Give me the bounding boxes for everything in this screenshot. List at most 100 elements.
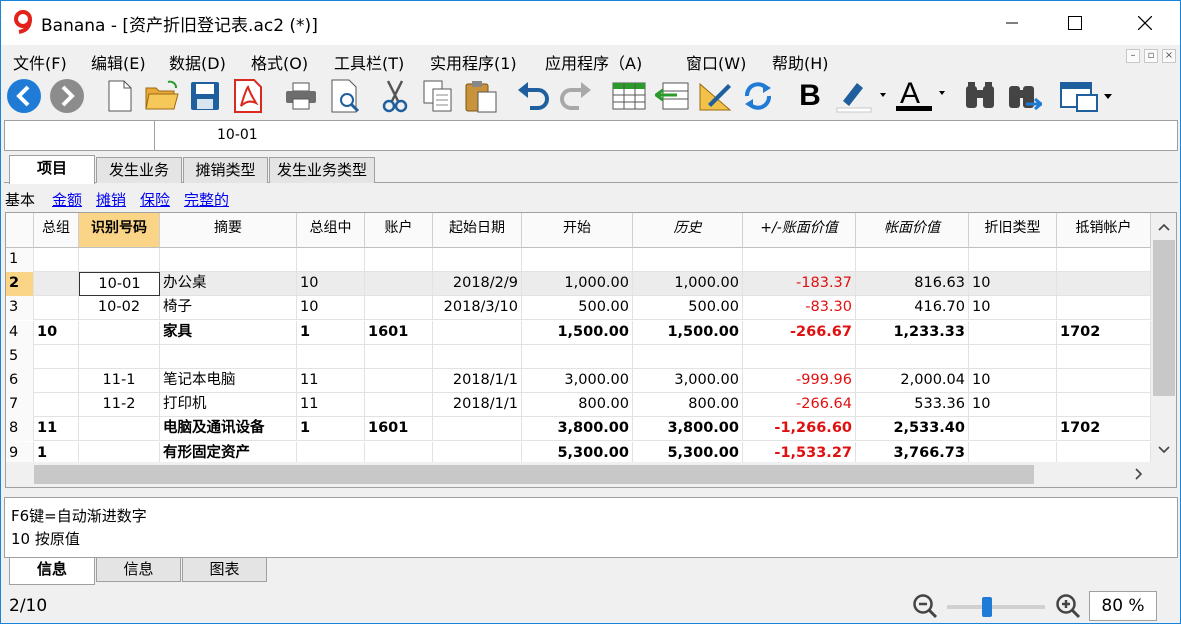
cell-book-value[interactable]: 2,533.40 [856,417,969,442]
view-insurance[interactable]: 保险 [140,189,170,210]
row-number[interactable]: 6 [6,369,34,393]
table-row[interactable]: 5 [6,344,1151,369]
cell-book-value-change[interactable] [743,344,856,369]
cell-description[interactable]: 办公桌 [160,272,297,297]
cell-depreciation-type[interactable]: 10 [969,393,1057,418]
cell-id[interactable]: 11-2 [79,393,160,418]
cell-start[interactable] [522,344,633,369]
cell-group[interactable] [34,344,79,369]
col-header-account[interactable]: 账户 [365,213,433,248]
cell-reference-field[interactable] [5,121,155,150]
col-header-group[interactable]: 总组 [34,213,79,248]
cell-book-value[interactable] [856,248,969,272]
menu-utilities[interactable]: 实用程序(1) [430,50,517,74]
cell-description[interactable]: 椅子 [160,296,297,321]
table-row[interactable]: 6 11-1 笔记本电脑 11 2018/1/1 3,000.00 3,000.00 -999… [6,369,1151,393]
row-number[interactable]: 3 [6,296,34,321]
row-number[interactable]: 5 [6,344,34,369]
pdf-button[interactable] [230,77,266,115]
menu-data[interactable]: 数据(D) [169,50,226,74]
add-rows-button[interactable] [611,77,647,115]
redo-button[interactable] [558,77,594,115]
new-file-button[interactable] [102,77,138,115]
cell-id[interactable] [79,344,160,369]
cell-start-date[interactable]: 2018/1/1 [433,369,522,393]
cell-offset-account[interactable] [1057,369,1151,393]
cell-book-value[interactable]: 416.70 [856,296,969,321]
cell-group-in[interactable]: 11 [297,393,365,418]
scroll-right-icon[interactable] [1126,462,1152,487]
open-button[interactable] [144,77,180,115]
cell-description[interactable]: 打印机 [160,393,297,418]
cell-group[interactable] [34,393,79,418]
cell-group-in[interactable] [297,344,365,369]
cell-id[interactable] [79,320,160,345]
cell-start-date[interactable] [433,248,522,272]
menu-edit[interactable]: 编辑(E) [91,50,146,74]
row-number[interactable]: 1 [6,248,34,272]
menu-help[interactable]: 帮助(H) [772,50,829,74]
cell-group-in[interactable] [297,248,365,272]
col-header-book-value-change[interactable]: +/-账面价值 [743,213,856,248]
cell-offset-account[interactable] [1057,393,1151,418]
cut-button[interactable] [377,77,413,115]
cell-book-value-change[interactable] [743,248,856,272]
cell-start-date[interactable]: 2018/1/1 [433,393,522,418]
cell-offset-account[interactable] [1057,248,1151,272]
cell-description[interactable]: 电脑及通讯设备 [160,417,297,442]
col-header-offset-account[interactable]: 抵销帐户 [1057,213,1151,248]
cell-start[interactable]: 3,800.00 [522,417,633,442]
move-rows-button[interactable] [654,77,690,115]
cell-book-value-change[interactable]: -1,266.60 [743,417,856,442]
cell-group[interactable]: 11 [34,417,79,442]
cell-book-value[interactable]: 533.36 [856,393,969,418]
cell-book-value[interactable]: 2,000.04 [856,369,969,393]
cell-book-value[interactable] [856,344,969,369]
col-header-book-value[interactable]: 帐面价值 [856,213,969,248]
cell-id[interactable] [79,248,160,272]
cell-account[interactable] [365,272,433,297]
table-row[interactable]: 1 [6,248,1151,272]
cell-start[interactable]: 3,000.00 [522,369,633,393]
cell-history[interactable]: 500.00 [633,296,743,321]
cell-offset-account[interactable]: 1702 [1057,417,1151,442]
table-row[interactable]: 3 10-02 椅子 10 2018/3/10 500.00 500.00 -83.30 416… [6,296,1151,321]
tab-messages[interactable]: 信息 [96,558,181,582]
zoom-out-icon[interactable] [912,593,938,619]
mdi-minimize-icon[interactable]: – [1126,49,1140,63]
vertical-scrollbar[interactable] [1151,213,1176,462]
cell-offset-account[interactable] [1057,344,1151,369]
cell-group-in[interactable]: 10 [297,296,365,321]
cell-start[interactable] [522,248,633,272]
forward-button[interactable] [49,77,85,115]
cell-history[interactable]: 3,800.00 [633,417,743,442]
menu-applications[interactable]: 应用程序（A) [545,50,642,74]
cell-group[interactable] [34,296,79,321]
cell-history[interactable] [633,248,743,272]
cell-start-date[interactable] [433,344,522,369]
cell-depreciation-type[interactable]: 10 [969,369,1057,393]
tab-transaction-types[interactable]: 发生业务类型 [269,157,375,183]
table-row[interactable]: 8 11 电脑及通讯设备 1 1601 3,800.00 3,800.00 -1,266.60… [6,417,1151,442]
cell-group[interactable]: 10 [34,320,79,345]
tab-charts[interactable]: 图表 [182,558,267,582]
cell-start[interactable]: 800.00 [522,393,633,418]
cell-book-value-change[interactable]: -266.67 [743,320,856,345]
find-button[interactable] [963,77,999,115]
undo-button[interactable] [515,77,551,115]
tab-info[interactable]: 信息 [9,558,95,585]
view-complete[interactable]: 完整的 [184,189,229,210]
cell-start[interactable]: 1,500.00 [522,320,633,345]
col-header-description[interactable]: 摘要 [160,213,297,248]
cell-group[interactable] [34,272,79,297]
cell-id[interactable]: 10-02 [79,296,160,321]
highlight-color-button[interactable] [835,77,891,115]
cell-account[interactable] [365,248,433,272]
cell-description[interactable]: 笔记本电脑 [160,369,297,393]
edit-tool-button[interactable] [697,77,733,115]
tab-items[interactable]: 项目 [9,155,95,184]
cell-start-date[interactable]: 2018/3/10 [433,296,522,321]
zoom-slider-thumb[interactable] [982,597,993,617]
cell-account[interactable] [365,344,433,369]
cell-history[interactable]: 1,500.00 [633,320,743,345]
